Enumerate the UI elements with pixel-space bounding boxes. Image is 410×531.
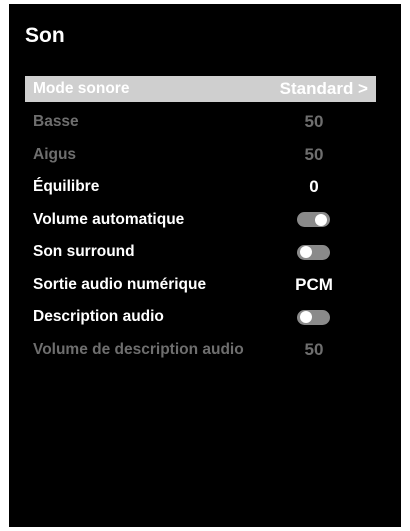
auto-volume-toggle[interactable]: [297, 212, 330, 228]
menu-item-audio-description-volume: Volume de description audio 50: [25, 334, 376, 367]
menu-item-label: Son surround: [33, 243, 135, 261]
balance-value: 0: [309, 177, 319, 197]
menu-item-balance[interactable]: Équilibre 0: [25, 171, 376, 204]
sound-mode-value: Standard >: [279, 79, 368, 98]
audio-description-toggle[interactable]: [297, 309, 330, 325]
menu-item-auto-volume[interactable]: Volume automatique: [25, 204, 376, 237]
menu-item-label: Sortie audio numérique: [33, 275, 207, 293]
audio-description-volume-value: 50: [304, 339, 324, 359]
menu-item-bass: Basse 50: [25, 106, 376, 139]
menu-item-label: Basse: [33, 113, 79, 131]
menu-item-label: Équilibre: [33, 178, 100, 196]
menu-item-label: Volume de description audio: [33, 340, 244, 358]
surround-sound-toggle[interactable]: [297, 244, 330, 260]
menu-item-digital-audio-out[interactable]: Sortie audio numérique PCM: [25, 269, 376, 302]
menu-item-label: Mode sonore: [33, 80, 130, 97]
toggle-knob: [300, 246, 312, 259]
bass-value: 50: [304, 112, 324, 132]
menu-item-label: Aigus: [33, 145, 77, 163]
menu-item-sound-mode[interactable]: Mode sonore Standard >: [25, 76, 376, 102]
menu-item-treble: Aigus 50: [25, 139, 376, 172]
menu-item-label: Volume automatique: [33, 210, 185, 228]
settings-list: Mode sonore Standard > Basse 50 Aigus 50…: [25, 76, 376, 366]
menu-item-audio-description[interactable]: Description audio: [25, 301, 376, 334]
page-title: Son: [25, 24, 65, 47]
menu-item-surround-sound[interactable]: Son surround: [25, 236, 376, 269]
sound-settings-panel: Son Mode sonore Standard > Basse 50 Aigu…: [9, 4, 401, 527]
menu-item-label: Description audio: [33, 308, 164, 326]
treble-value: 50: [304, 144, 324, 164]
toggle-knob: [300, 311, 312, 324]
digital-audio-out-value: PCM: [295, 274, 333, 294]
toggle-knob: [315, 213, 327, 226]
